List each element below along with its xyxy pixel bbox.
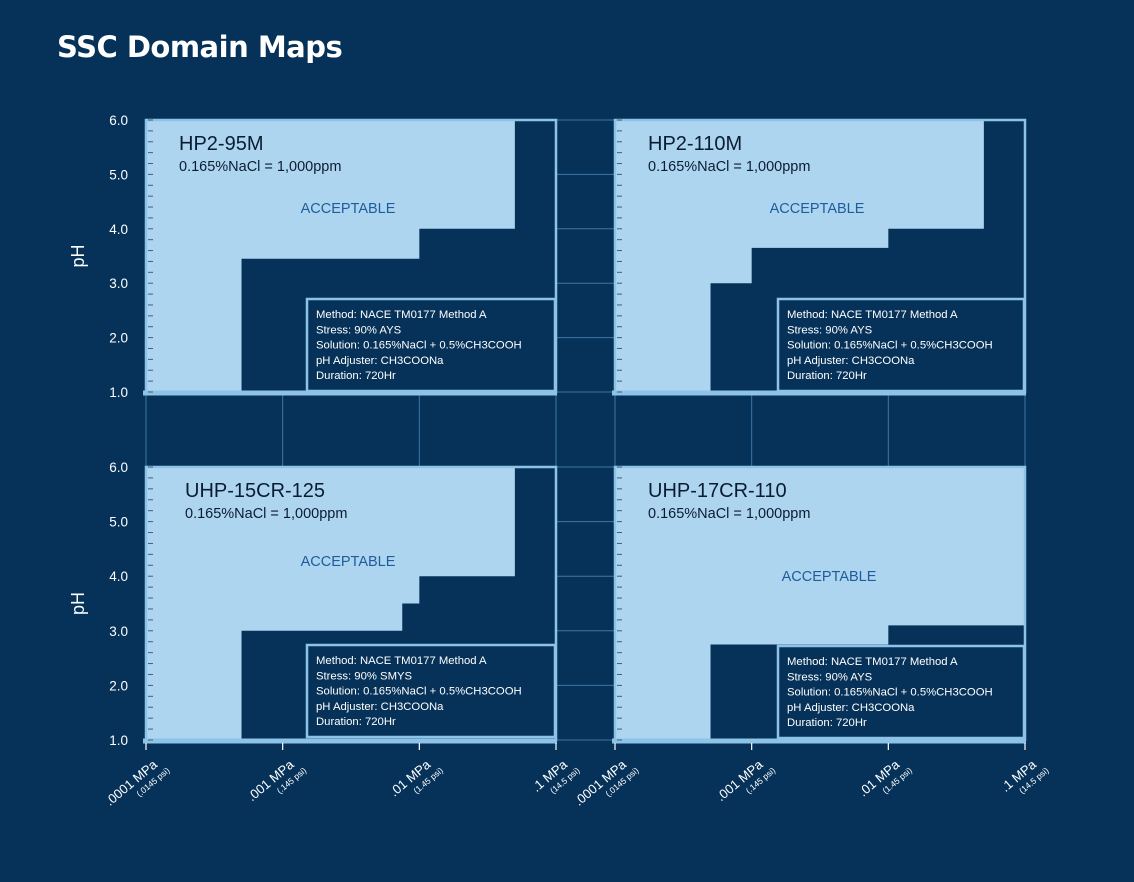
y-tick-label: 3.0 [109,624,128,639]
ssc-domain-maps-figure: 1.0 2.0 3.0 4.0 5.0 6.0 pH HP2-95M 0.165%NaCl = … [68,113,1051,809]
x-tick-label-group: .01 MPa(1.45 psi) [856,756,915,799]
x-tick-label-group: .0001 MPa(.0145 psi) [571,756,641,808]
test-condition-line: pH Adjuster: CH3COONa [316,701,444,713]
y-tick-label: 5.0 [109,167,128,182]
y-tick-label: 4.0 [109,222,128,237]
test-condition-line: Method: NACE TM0177 Method A [787,656,958,668]
y-axis-label: pH [68,244,88,267]
test-condition-line: pH Adjuster: CH3COONa [787,355,915,367]
acceptable-region-label: ACCEPTABLE [770,201,865,217]
y-tick-label: 5.0 [109,515,128,530]
y-axis-label: pH [68,592,88,615]
test-condition-line: Duration: 720Hr [316,716,396,728]
chart-subtitle: 0.165%NaCl = 1,000ppm [185,506,347,522]
test-condition-line: Method: NACE TM0177 Method A [316,309,487,321]
chart-panel-1: 1.0 2.0 3.0 4.0 5.0 6.0 pH HP2-95M 0.165%NaCl = … [68,113,558,400]
y-tick-label: 4.0 [109,569,128,584]
test-condition-line: Stress: 90% AYS [787,324,873,336]
test-condition-line: Solution: 0.165%NaCl + 0.5%CH3COOH [787,687,993,699]
chart-title: HP2-95M [179,133,263,155]
x-tick-label-group: .001 MPa(.145 psi) [244,756,308,804]
chart-subtitle: 0.165%NaCl = 1,000ppm [179,159,341,175]
chart-panel-2: HP2-110M 0.165%NaCl = 1,000ppm ACCEPTABLE M… [612,118,1027,396]
x-tick-label-group: .001 MPa(.145 psi) [713,756,777,804]
y-tick-label: 1.0 [109,733,128,748]
test-condition-line: Stress: 90% AYS [316,324,402,336]
chart-panel-3: 1.0 2.0 3.0 4.0 5.0 6.0 pH UHP-15CR-125 0.165%Na… [68,460,582,809]
test-condition-line: pH Adjuster: CH3COONa [316,355,444,367]
test-condition-line: Solution: 0.165%NaCl + 0.5%CH3COOH [787,340,993,352]
chart-title: UHP-17CR-110 [648,480,787,502]
acceptable-region-label: ACCEPTABLE [301,554,396,570]
chart-title: UHP-15CR-125 [185,480,325,502]
y-tick-label: 6.0 [109,113,128,128]
chart-subtitle: 0.165%NaCl = 1,000ppm [648,159,810,175]
test-condition-line: Duration: 720Hr [787,717,867,729]
y-tick-label: 6.0 [109,460,128,475]
test-condition-line: Duration: 720Hr [316,370,396,382]
x-tick-label-group: .1 MPa(14.5 psi) [998,756,1051,795]
test-condition-line: Method: NACE TM0177 Method A [316,655,487,667]
x-tick-label-group: .0001 MPa(.0145 psi) [102,756,172,808]
test-condition-line: pH Adjuster: CH3COONa [787,702,915,714]
test-condition-line: Duration: 720Hr [787,370,867,382]
y-tick-label: 1.0 [109,385,128,400]
test-condition-line: Stress: 90% AYS [787,671,873,683]
y-tick-label: 3.0 [109,276,128,291]
chart-subtitle: 0.165%NaCl = 1,000ppm [648,506,810,522]
y-tick-label: 2.0 [109,678,128,693]
test-condition-line: Solution: 0.165%NaCl + 0.5%CH3COOH [316,340,522,352]
x-tick-label-group: .01 MPa(1.45 psi) [387,756,446,799]
acceptable-region-label: ACCEPTABLE [301,201,396,217]
test-condition-line: Stress: 90% SMYS [316,670,413,682]
chart-title: HP2-110M [648,133,742,155]
test-condition-line: Method: NACE TM0177 Method A [787,309,958,321]
chart-panel-4: UHP-17CR-110 0.165%NaCl = 1,000ppm ACCEPTA… [571,465,1051,809]
y-tick-label: 2.0 [109,331,128,346]
acceptable-region-label: ACCEPTABLE [782,569,877,585]
test-condition-line: Solution: 0.165%NaCl + 0.5%CH3COOH [316,686,522,698]
